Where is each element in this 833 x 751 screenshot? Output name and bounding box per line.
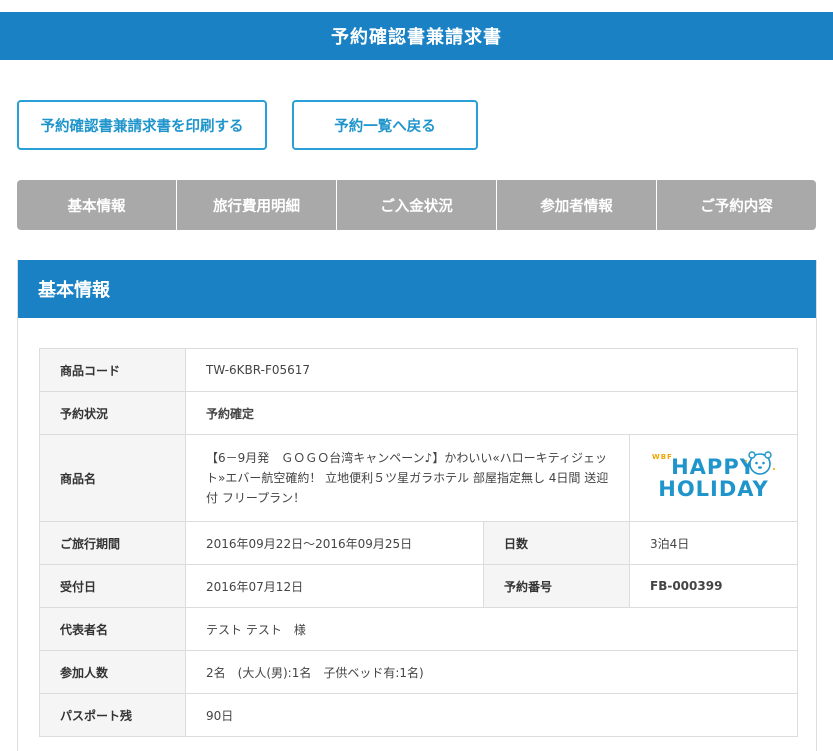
tab-basic-info[interactable]: 基本情報 [17,180,177,230]
table-row: 代表者名 テスト テスト 様 [39,607,799,651]
tab-travel-cost[interactable]: 旅行費用明細 [177,180,337,230]
table-row: 予約状況 予約確定 [39,391,799,435]
received-date-label: 受付日 [39,564,186,608]
section-title: 基本情報 [18,260,816,318]
basic-info-table: 商品コード TW-6KBR-F05617 予約状況 予約確定 商品名 【6－9月… [39,348,799,737]
period-label: ご旅行期間 [39,521,186,565]
received-date-value: 2016年07月12日 [185,564,484,608]
representative-label: 代表者名 [39,607,186,651]
product-name-label: 商品名 [39,434,186,522]
passport-label: パスポート残 [39,693,186,737]
back-to-list-button[interactable]: 予約一覧へ戻る [292,100,478,150]
table-row: 受付日 2016年07月12日 予約番号 FB-000399 [39,564,799,608]
logo-wbf-text: WBF [652,453,673,461]
table-row: 参加人数 2名 (大人(男):1名 子供ベッド有:1名) [39,650,799,694]
days-label: 日数 [483,521,630,565]
tab-bar: 基本情報 旅行費用明細 ご入金状況 参加者情報 ご予約内容 [17,180,816,230]
page-title: 予約確認書兼請求書 [0,12,833,60]
table-row: パスポート残 90日 [39,693,799,737]
table-row: ご旅行期間 2016年09月22日～2016年09月25日 日数 3泊4日 [39,521,799,565]
table-row: 商品名 【6－9月発 ＧＯＧＯ台湾キャンペーン♪】かわいい«ハローキティジェット… [39,434,799,522]
product-name-value: 【6－9月発 ＧＯＧＯ台湾キャンペーン♪】かわいい«ハローキティジェット»エバー… [185,434,630,522]
tab-participants[interactable]: 参加者情報 [497,180,657,230]
participants-value: 2名 (大人(男):1名 子供ベッド有:1名) [184,650,799,694]
booking-number-value: FB-000399 [628,564,799,608]
representative-value: テスト テスト 様 [184,607,799,651]
booking-number-label: 予約番号 [483,564,630,608]
days-value: 3泊4日 [628,521,799,565]
basic-info-section: 基本情報 商品コード TW-6KBR-F05617 予約状況 予約確定 商品名 … [17,260,817,751]
participants-label: 参加人数 [39,650,186,694]
status-value: 予約確定 [184,391,799,435]
happy-holiday-logo: WBF HAPPY HOLIDAY [630,435,797,521]
product-code-value: TW-6KBR-F05617 [184,348,799,392]
tab-payment-status[interactable]: ご入金状況 [337,180,497,230]
brand-logo-cell: WBF HAPPY HOLIDAY [628,434,799,522]
print-button[interactable]: 予約確認書兼請求書を印刷する [17,100,267,150]
table-row: 商品コード TW-6KBR-F05617 [39,348,799,392]
passport-value: 90日 [184,693,799,737]
tab-booking-details[interactable]: ご予約内容 [657,180,816,230]
period-value: 2016年09月22日～2016年09月25日 [185,521,484,565]
bear-icon [745,451,776,475]
logo-line-holiday: HOLIDAY [658,477,769,501]
product-code-label: 商品コード [39,348,186,392]
status-label: 予約状況 [39,391,186,435]
